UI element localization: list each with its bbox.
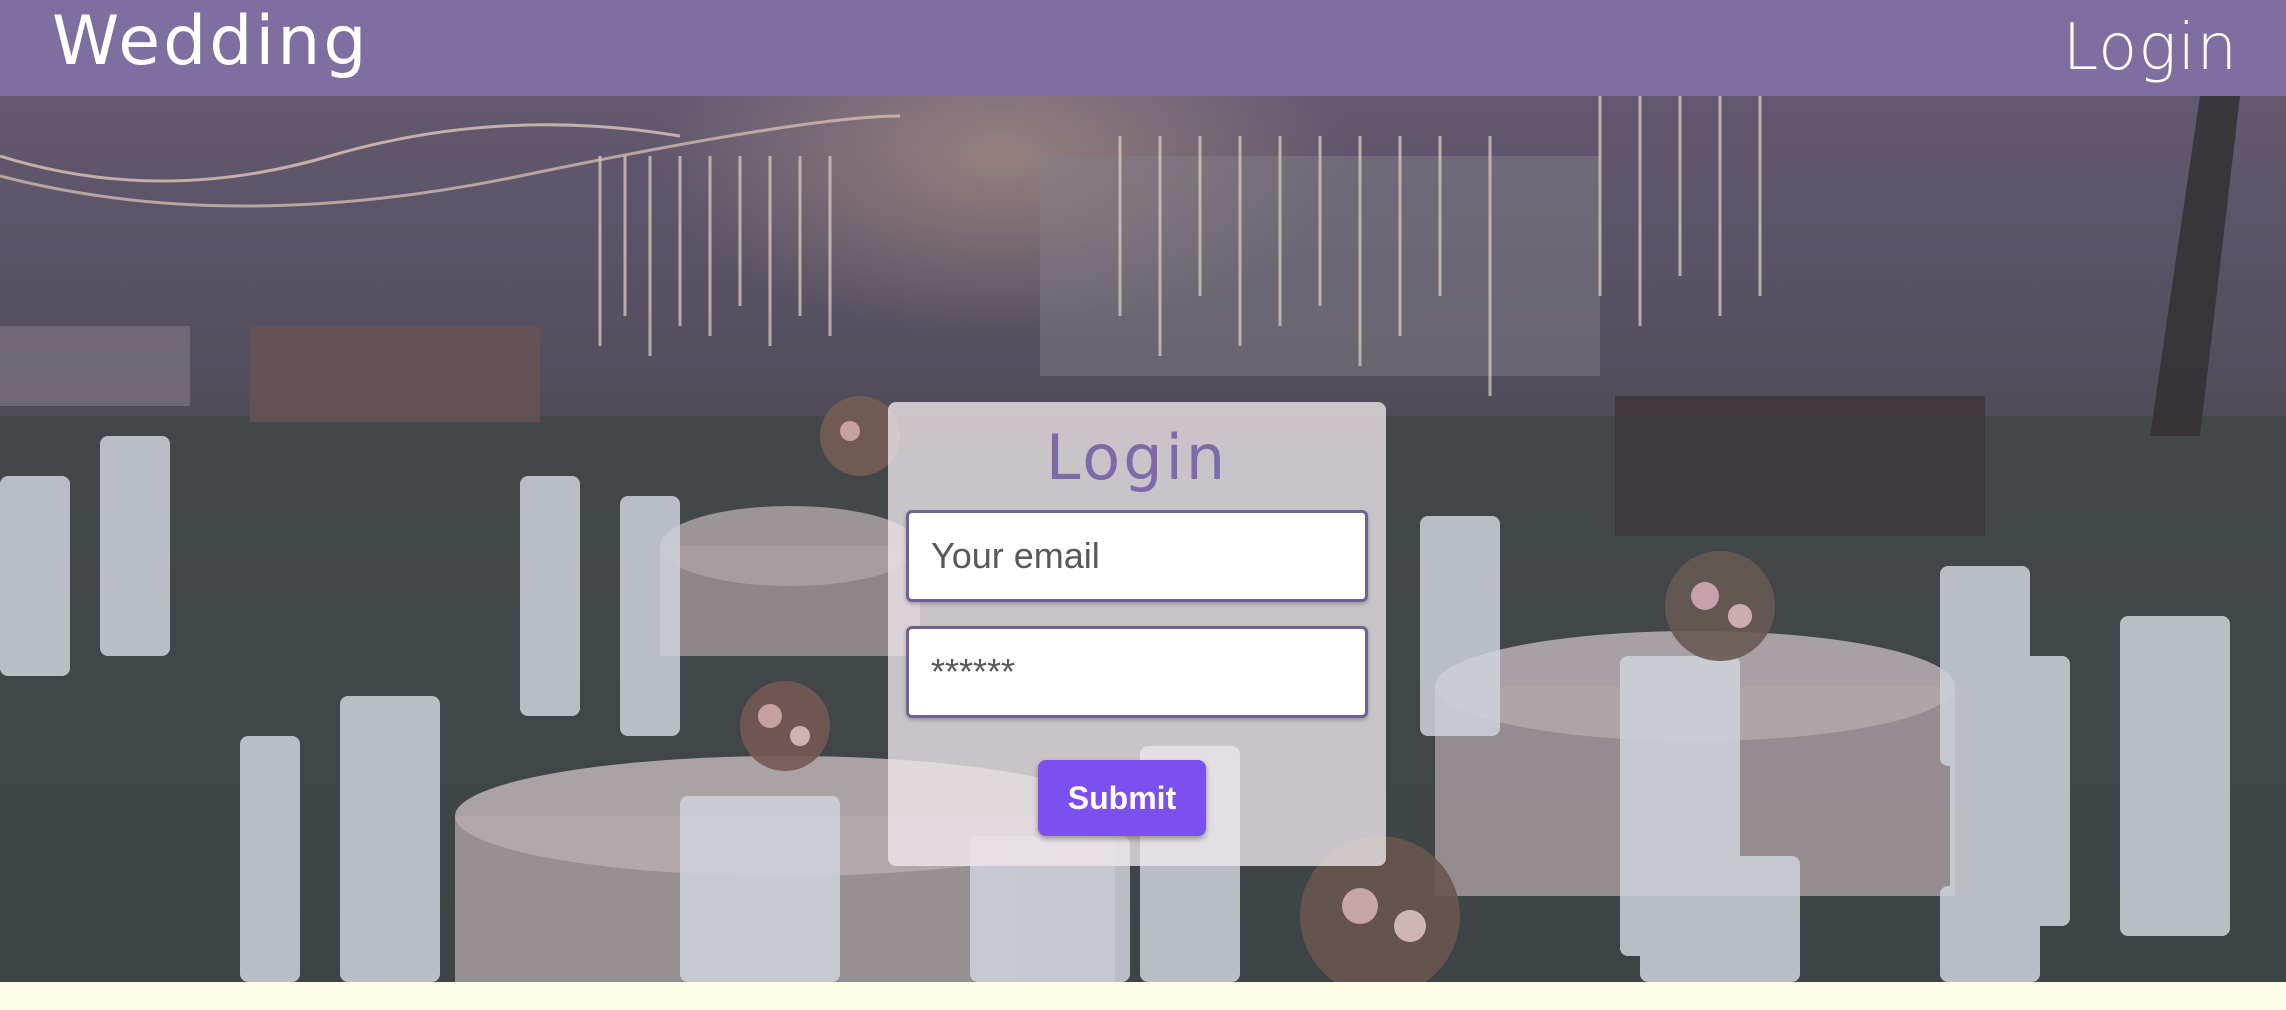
- nav-login-link[interactable]: Login: [2063, 8, 2238, 88]
- email-input[interactable]: [906, 510, 1368, 602]
- top-navbar: Wedding Login: [0, 0, 2286, 96]
- login-card: Login Submit: [888, 402, 1386, 866]
- brand-logo-text[interactable]: Wedding: [52, 2, 370, 82]
- password-input[interactable]: [906, 626, 1368, 718]
- page-bottom-strip: [0, 982, 2286, 1010]
- submit-button[interactable]: Submit: [1038, 760, 1206, 836]
- hero-background-image: Login Submit: [0, 96, 2286, 982]
- login-title: Login: [1045, 421, 1229, 494]
